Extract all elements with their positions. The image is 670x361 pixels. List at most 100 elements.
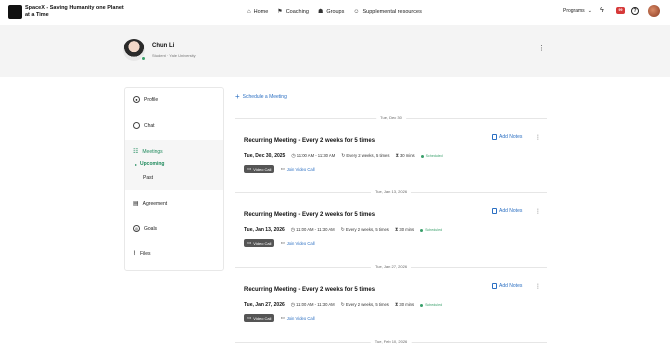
top-navigation: SpaceX - Saving Humanity one Planet at a…	[0, 0, 670, 25]
date-divider: Tue, Dec 30	[235, 115, 547, 121]
meeting-date: Tue, Jan 13, 2026	[244, 227, 285, 233]
sidebar-item-files[interactable]: ⌇ Files	[133, 250, 151, 258]
meeting-recurrence: Every 2 weeks, 5 times	[345, 302, 389, 307]
date-divider-label: Tue, Jan 13, 2026	[370, 189, 412, 194]
meeting-date: Tue, Dec 30, 2025	[244, 153, 286, 159]
meeting-meta: Tue, Dec 30, 2025 ◷11:00 AM - 11:30 AM ↻…	[244, 153, 443, 159]
video-call-row: ▭ Video Call ▭ Join Video Call	[244, 165, 315, 173]
meeting-time: 11:00 AM - 11:30 AM	[296, 227, 335, 232]
camera-icon: ▭	[247, 166, 252, 171]
repeat-icon: ↻	[341, 153, 346, 159]
add-notes-button[interactable]: Add Notes	[492, 134, 522, 140]
repeat-icon: ↻	[340, 302, 345, 308]
camera-icon: ▭	[247, 315, 252, 320]
video-call-tag: ▭ Video Call	[244, 314, 275, 322]
add-notes-button[interactable]: Add Notes	[492, 283, 522, 289]
date-divider: Tue, Jan 27, 2026	[235, 264, 547, 270]
chevron-down-icon: ⌄	[587, 8, 592, 14]
nav-coaching-label: Coaching	[285, 8, 309, 15]
sidebar-subitem-upcoming[interactable]: ▸ Upcoming	[135, 161, 164, 167]
meeting-date: Tue, Jan 27, 2026	[244, 302, 285, 308]
meeting-title[interactable]: Recurring Meeting - Every 2 weeks for 5 …	[244, 212, 375, 218]
note-icon	[492, 208, 497, 214]
add-notes-label: Add Notes	[499, 283, 523, 289]
help-icon[interactable]: ?	[631, 7, 639, 15]
schedule-meeting-button[interactable]: + Schedule a Meeting	[235, 93, 287, 101]
date-divider-label: Tue, Feb 10, 2026	[370, 339, 412, 344]
home-icon: ⌂	[247, 8, 251, 15]
meeting-title[interactable]: Recurring Meeting - Every 2 weeks for 5 …	[244, 138, 375, 144]
sidebar-item-agreement[interactable]: ▤ Agreement	[133, 200, 167, 208]
join-video-call-link[interactable]: ▭ Join Video Call	[280, 240, 314, 246]
schedule-meeting-label: Schedule a Meeting	[242, 94, 287, 100]
notification-badge[interactable]: 99	[616, 7, 625, 14]
date-divider: Tue, Feb 10, 2026	[235, 339, 547, 345]
date-divider: Tue, Jan 13, 2026	[235, 189, 547, 195]
sidebar-item-label: Files	[139, 250, 151, 257]
nav-home[interactable]: ⌂ Home	[247, 8, 268, 15]
meeting-meta: Tue, Jan 13, 2026 ◷11:00 AM - 11:30 AM ↻…	[244, 227, 442, 233]
user-avatar[interactable]	[648, 5, 660, 17]
note-icon	[492, 283, 497, 289]
sidebar-subitem-past[interactable]: Past	[143, 175, 153, 181]
main-nav: ⌂ Home ⚑ Coaching ☗ Groups ☺ Supplementa…	[247, 8, 422, 16]
date-divider-label: Tue, Jan 27, 2026	[370, 264, 412, 269]
goals-icon: ◎	[133, 225, 140, 232]
add-notes-button[interactable]: Add Notes	[492, 208, 522, 214]
sidebar-item-meetings[interactable]: ☷ Meetings	[133, 148, 163, 156]
nav-groups-label: Groups	[326, 8, 345, 15]
sidebar-item-label: Profile	[144, 96, 159, 103]
nav-coaching[interactable]: ⚑ Coaching	[277, 8, 309, 16]
camera-icon: ▭	[280, 166, 285, 171]
meeting-recurrence: Every 2 weeks, 5 times	[345, 227, 389, 232]
sidebar-item-chat[interactable]: Chat	[133, 122, 155, 129]
online-indicator	[141, 56, 146, 61]
date-divider-label: Tue, Dec 30	[376, 115, 406, 120]
join-video-call-link[interactable]: ▭ Join Video Call	[280, 166, 314, 172]
sidebar-item-goals[interactable]: ◎ Goals	[133, 225, 157, 232]
nav-groups[interactable]: ☗ Groups	[317, 8, 345, 16]
meeting-title[interactable]: Recurring Meeting - Every 2 weeks for 5 …	[244, 287, 375, 293]
meetings-icon: ☷	[133, 149, 139, 155]
sidebar-item-label: Goals	[144, 225, 158, 232]
camera-icon: ▭	[247, 240, 252, 245]
more-options-icon[interactable]: ⋮	[538, 45, 545, 52]
meeting-meta: Tue, Jan 27, 2026 ◷11:00 AM - 11:30 AM ↻…	[244, 302, 442, 308]
video-call-row: ▭ Video Call ▭ Join Video Call	[244, 314, 315, 322]
groups-icon: ☗	[317, 9, 324, 15]
chat-icon	[133, 122, 140, 129]
hourglass-icon: ⧗	[394, 227, 399, 233]
profile-name: Chun Li	[152, 43, 175, 49]
meeting-recurrence: Every 2 weeks, 5 times	[346, 153, 390, 158]
org-logo[interactable]	[8, 5, 22, 19]
agreement-icon: ▤	[133, 201, 139, 207]
more-options-icon[interactable]: ⋮	[535, 134, 541, 141]
more-options-icon[interactable]: ⋮	[535, 283, 541, 290]
bullet-icon: ▸	[135, 161, 138, 167]
camera-icon: ▭	[280, 315, 285, 320]
sidebar-item-profile[interactable]: ● Profile	[133, 96, 158, 103]
repeat-icon: ↻	[340, 227, 345, 233]
meeting-time: 11:00 AM - 11:30 AM	[296, 302, 335, 307]
coaching-icon: ⚑	[277, 9, 283, 15]
sidebar-item-label: Chat	[144, 122, 155, 129]
resources-icon: ☺	[353, 8, 360, 15]
join-video-call-link[interactable]: ▭ Join Video Call	[280, 315, 314, 321]
nav-supplemental-resources[interactable]: ☺ Supplemental resources	[353, 8, 421, 15]
sidebar-subitem-label: Upcoming	[140, 161, 165, 167]
programs-dropdown[interactable]: Programs ⌄	[563, 8, 592, 14]
bolt-icon[interactable]: ϟ	[600, 7, 604, 14]
nav-home-label: Home	[253, 8, 269, 15]
programs-label: Programs	[563, 8, 585, 14]
clock-icon: ◷	[290, 302, 296, 308]
status-badge: Scheduled	[420, 228, 442, 232]
meeting-duration: 30 mins	[399, 153, 415, 158]
add-notes-label: Add Notes	[499, 134, 523, 140]
org-name[interactable]: SpaceX - Saving Humanity one Planet at a…	[25, 5, 125, 19]
more-options-icon[interactable]: ⋮	[535, 208, 541, 215]
meeting-time: 11:00 AM - 11:30 AM	[296, 153, 336, 158]
hourglass-icon: ⧗	[395, 153, 399, 159]
files-icon: ⌇	[133, 251, 136, 257]
hourglass-icon: ⧗	[394, 302, 399, 308]
meeting-duration: 30 mins	[399, 227, 415, 232]
